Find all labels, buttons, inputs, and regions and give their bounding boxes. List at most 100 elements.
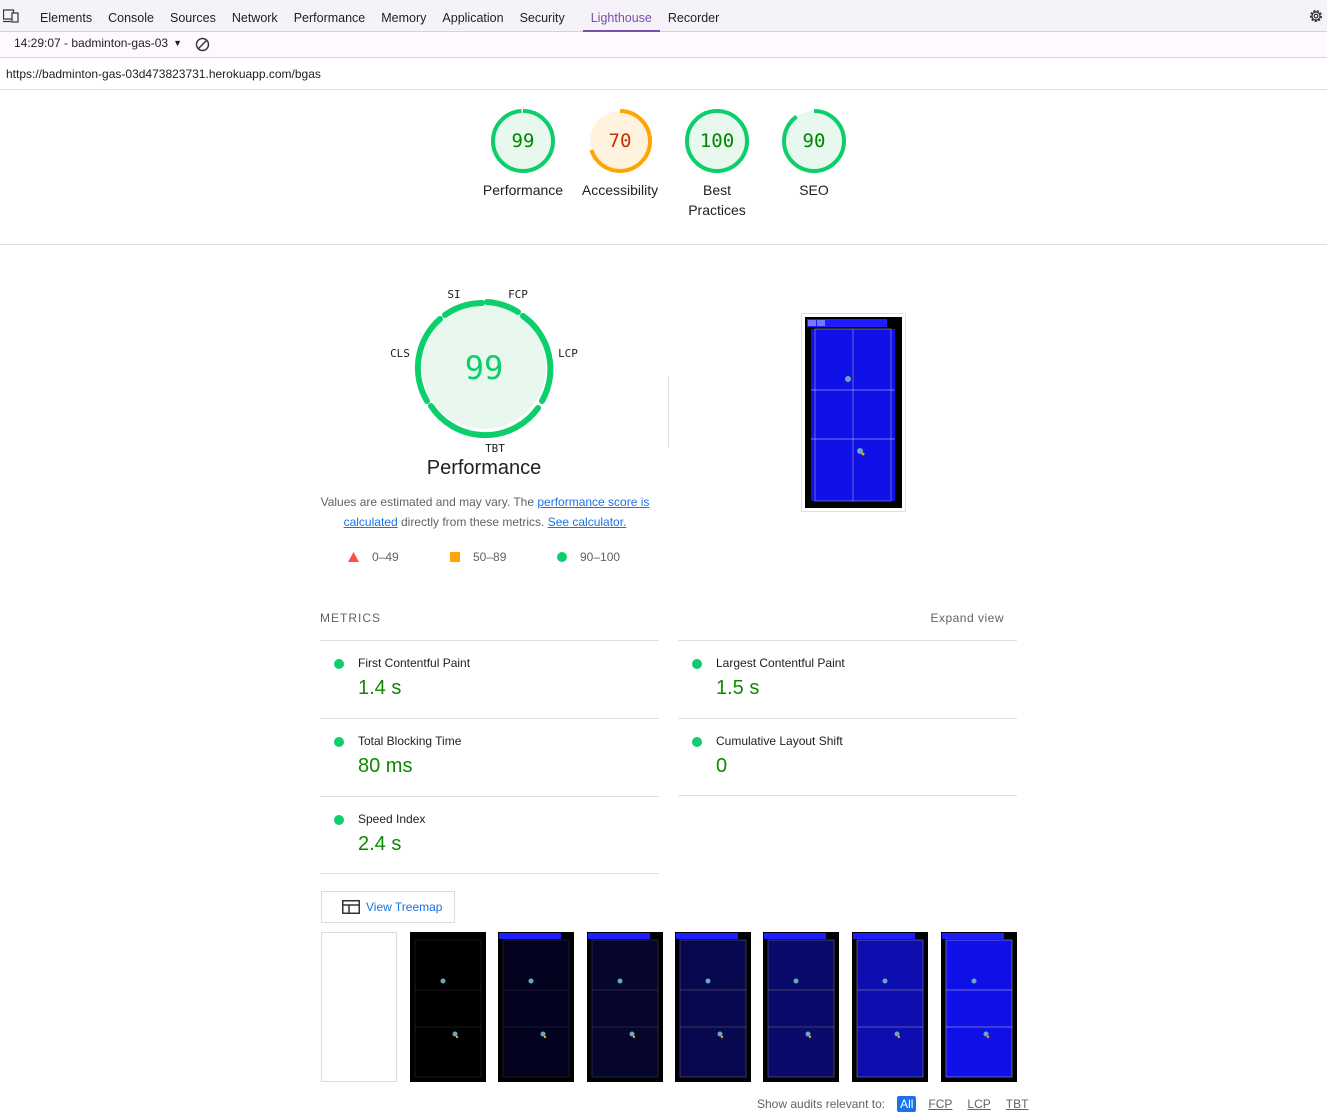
gauge-label: Accessibility [581,182,659,198]
see-calculator-link[interactable]: See calculator. [548,515,627,529]
pass-circle-icon [692,737,702,747]
metric-name: Largest Contentful Paint [716,656,845,670]
gauge-accessibility[interactable]: 70 Accessibility [570,108,670,200]
filmstrip-frame [587,932,663,1082]
gauge-label: Performance [482,182,564,198]
filter-chip-all[interactable]: All [897,1096,917,1112]
legend-fail-label: 0–49 [372,550,399,564]
clear-icon[interactable] [195,37,210,52]
filmstrip-frame [321,932,397,1082]
pass-circle-icon [334,737,344,747]
legend-average-label: 50–89 [473,550,507,564]
circle-icon [557,552,567,562]
tab-performance[interactable]: Performance [286,0,374,32]
filmstrip-frame [675,932,751,1082]
gauge-accessibility-ring: 70 [588,109,652,173]
gauge-best-practices-ring: 100 [685,109,749,173]
report-url-bar: https://badminton-gas-03d473823731.herok… [0,58,1327,90]
tab-elements[interactable]: Elements [32,0,100,32]
performance-description: Values are estimated and may vary. The p… [320,492,650,532]
gauge-label-fcp: FCP [508,288,528,301]
legend-average: 50–89 [450,550,506,564]
metric-value: 0 [716,755,728,777]
category-gauges: 99 Performance 70 Accessibility 100 Best… [0,90,1327,245]
treemap-icon [342,900,360,914]
gauge-best-practices[interactable]: 100 Best Practices [667,108,767,220]
metric-fcp: First Contentful Paint 1.4 s [320,640,659,718]
filmstrip-frame [410,932,486,1082]
metrics-header: METRICS Expand view [320,611,1017,631]
gauge-performance-ring: 99 [491,109,555,173]
devtools-tabs: Elements Console Sources Network Perform… [32,0,727,32]
filmstrip [321,932,1017,1082]
performance-gauge-svg: 99 SI FCP LCP TBT CLS [390,288,578,455]
audit-filter: Show audits relevant to: All FCP LCP TBT [757,1096,1031,1112]
gear-icon[interactable] [1308,8,1324,24]
tab-sources[interactable]: Sources [162,0,224,32]
expand-view-toggle[interactable]: Expand view [930,611,1004,625]
gauge-label: SEO [799,182,829,198]
final-screenshot-image [805,317,902,508]
metric-value: 1.4 s [358,677,402,699]
gauge-score: 90 [803,130,826,152]
metric-cls: Cumulative Layout Shift 0 [678,718,1017,796]
gauge-seo[interactable]: 90 SEO [764,108,864,200]
filmstrip-frame [498,932,574,1082]
gauge-label-si: SI [447,288,460,301]
gauge-label-lcp: LCP [558,347,578,360]
tab-network[interactable]: Network [224,0,286,32]
audit-filter-label: Show audits relevant to: [757,1097,886,1111]
final-screenshot[interactable] [801,313,906,512]
performance-title: Performance [426,457,542,479]
gauge-performance[interactable]: 99 Performance [473,108,573,200]
tab-recorder[interactable]: Recorder [660,0,727,32]
gauge-score: 100 [700,130,734,152]
devtools-tabbar: Elements Console Sources Network Perform… [0,0,1327,32]
metric-value: 1.5 s [716,677,760,699]
filter-chip-lcp[interactable]: LCP [964,1096,993,1112]
gauge-seo-ring: 90 [782,109,846,173]
metric-name: Total Blocking Time [358,734,462,748]
report-selector-label: 14:29:07 - badminton-gas-03 [14,36,169,50]
performance-gauge: 99 SI FCP LCP TBT CLS [384,283,584,463]
view-treemap-button[interactable]: View Treemap [321,891,455,923]
device-toolbar-icon[interactable] [3,9,19,23]
filter-chip-tbt[interactable]: TBT [1003,1096,1032,1112]
pass-circle-icon [334,815,344,825]
metric-name: Cumulative Layout Shift [716,734,843,748]
performance-score: 99 [465,349,504,387]
tab-memory[interactable]: Memory [373,0,434,32]
metric-si: Speed Index 2.4 s [320,796,659,874]
square-icon [450,552,460,562]
tab-security[interactable]: Security [512,0,573,32]
report-selector[interactable]: 14:29:07 - badminton-gas-03 ▼ [14,36,182,50]
description-text: Values are estimated and may vary. The [320,495,538,509]
gauge-label: Best Practices [688,182,746,218]
metric-name: Speed Index [358,812,426,826]
report-toolbar: 14:29:07 - badminton-gas-03 ▼ [0,32,1327,58]
legend-pass-label: 90–100 [580,550,621,564]
filter-chip-fcp[interactable]: FCP [925,1096,955,1112]
pass-circle-icon [334,659,344,669]
gauge-score: 99 [512,130,535,152]
gauge-label-cls: CLS [390,347,410,360]
gauge-label-tbt: TBT [485,442,505,455]
metrics-heading: METRICS [320,611,381,625]
tab-console[interactable]: Console [100,0,162,32]
metric-value: 2.4 s [358,833,402,855]
metric-tbt: Total Blocking Time 80 ms [320,718,659,796]
description-text: directly from these metrics. [397,515,548,529]
metric-value: 80 ms [358,755,413,777]
filmstrip-frame [763,932,839,1082]
pass-circle-icon [692,659,702,669]
vertical-divider [668,376,669,448]
tab-application[interactable]: Application [434,0,511,32]
gauge-score: 70 [609,130,632,152]
triangle-icon [348,552,359,562]
tab-lighthouse[interactable]: Lighthouse [582,0,661,32]
view-treemap-label: View Treemap [366,900,443,914]
caret-down-icon: ▼ [173,38,183,48]
metric-name: First Contentful Paint [358,656,471,670]
legend-fail: 0–49 [348,550,399,564]
filmstrip-frame [941,932,1017,1082]
